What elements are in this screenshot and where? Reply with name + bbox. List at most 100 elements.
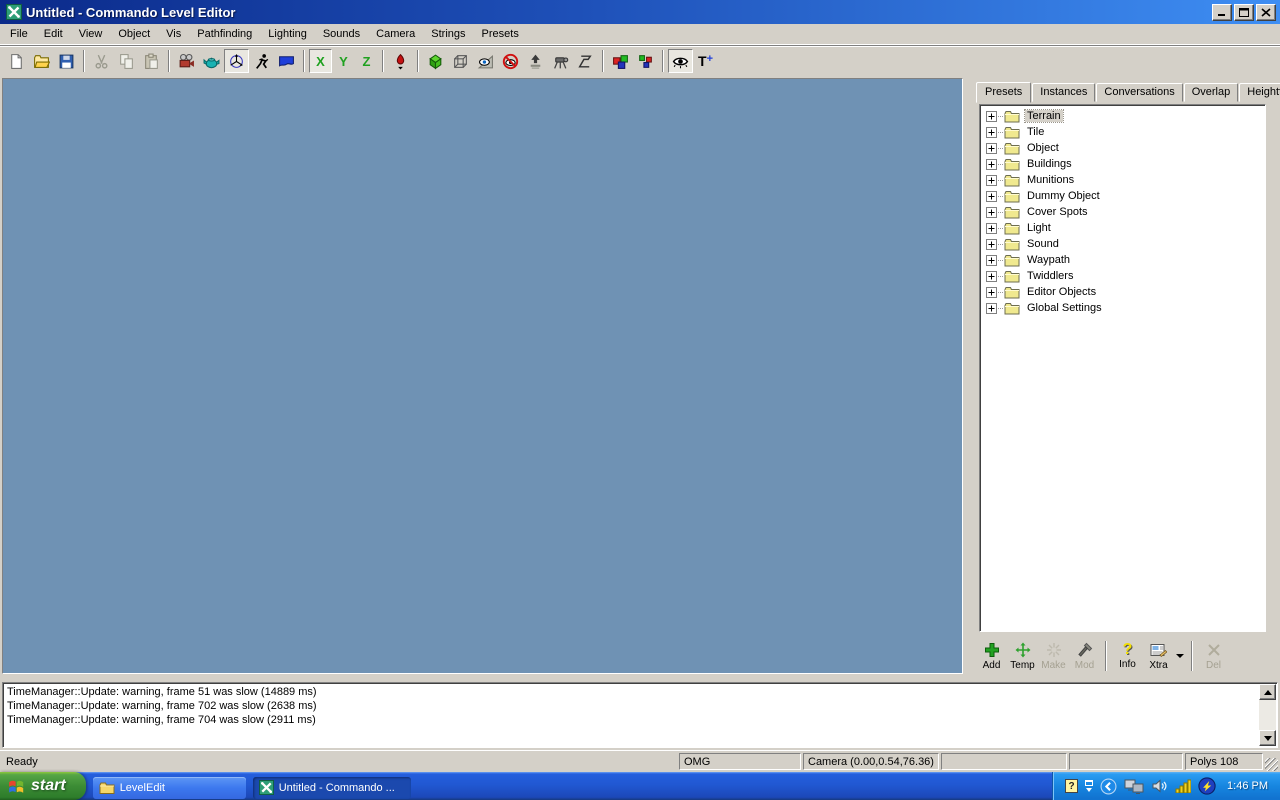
tab-overlap[interactable]: Overlap bbox=[1184, 83, 1239, 102]
tree-connector bbox=[998, 212, 1003, 213]
tree-item-object[interactable]: Object bbox=[984, 140, 1265, 156]
network-monitors-icon[interactable] bbox=[1124, 778, 1144, 794]
info-button[interactable]: ? Info bbox=[1112, 642, 1143, 670]
menu-strings[interactable]: Strings bbox=[423, 25, 473, 43]
menu-pathfinding[interactable]: Pathfinding bbox=[189, 25, 260, 43]
mod-button[interactable]: Mod bbox=[1069, 642, 1100, 671]
tree-item-cover-spots[interactable]: Cover Spots bbox=[984, 204, 1265, 220]
copy-button[interactable] bbox=[114, 49, 139, 73]
hide-eye-button[interactable] bbox=[498, 49, 523, 73]
polygon-button[interactable] bbox=[573, 49, 598, 73]
axis-gizmo-toggle[interactable] bbox=[224, 49, 249, 73]
show-eye-button[interactable] bbox=[473, 49, 498, 73]
tree-item-waypath[interactable]: Waypath bbox=[984, 252, 1265, 268]
expand-plus-icon[interactable] bbox=[986, 111, 997, 122]
menu-file[interactable]: File bbox=[2, 25, 36, 43]
rgb-cubes-button[interactable] bbox=[608, 49, 633, 73]
menu-vis[interactable]: Vis bbox=[158, 25, 189, 43]
titlebar[interactable]: Untitled - Commando Level Editor bbox=[0, 0, 1280, 24]
presets-panel: Presets Instances Conversations Overlap … bbox=[963, 76, 1278, 676]
text-tool-button[interactable]: T+ bbox=[693, 49, 718, 73]
tree-item-buildings[interactable]: Buildings bbox=[984, 156, 1265, 172]
signal-strength-icon[interactable] bbox=[1175, 779, 1191, 793]
menu-edit[interactable]: Edit bbox=[36, 25, 71, 43]
volume-icon[interactable] bbox=[1151, 778, 1168, 794]
maximize-button[interactable] bbox=[1234, 4, 1254, 21]
expand-plus-icon[interactable] bbox=[986, 207, 997, 218]
tree-item-tile[interactable]: Tile bbox=[984, 124, 1265, 140]
expand-plus-icon[interactable] bbox=[986, 175, 997, 186]
cut-button[interactable] bbox=[89, 49, 114, 73]
xtra-button[interactable]: Xtra bbox=[1143, 642, 1174, 671]
plumb-button[interactable] bbox=[388, 49, 413, 73]
temp-button[interactable]: Temp bbox=[1007, 642, 1038, 671]
axis-z-toggle[interactable]: Z bbox=[355, 49, 378, 73]
task-commando-editor[interactable]: Untitled - Commando ... bbox=[253, 777, 411, 799]
axis-y-toggle[interactable]: Y bbox=[332, 49, 355, 73]
tripod-camera-button[interactable] bbox=[548, 49, 573, 73]
rgb-squares-button[interactable] bbox=[633, 49, 658, 73]
log-output[interactable]: TimeManager::Update: warning, frame 51 w… bbox=[2, 682, 1278, 748]
movie-camera-button[interactable] bbox=[174, 49, 199, 73]
del-button[interactable]: Del bbox=[1198, 642, 1229, 671]
expand-plus-icon[interactable] bbox=[986, 239, 997, 250]
make-button[interactable]: Make bbox=[1038, 642, 1069, 671]
teapot-button[interactable] bbox=[199, 49, 224, 73]
tree-item-editor-objects[interactable]: Editor Objects bbox=[984, 284, 1265, 300]
tree-item-global-settings[interactable]: Global Settings bbox=[984, 300, 1265, 316]
solid-cube-button[interactable] bbox=[423, 49, 448, 73]
save-button[interactable] bbox=[54, 49, 79, 73]
expand-plus-icon[interactable] bbox=[986, 127, 997, 138]
menu-lighting[interactable]: Lighting bbox=[260, 25, 315, 43]
menu-camera[interactable]: Camera bbox=[368, 25, 423, 43]
clock[interactable]: 1:46 PM bbox=[1227, 780, 1268, 792]
close-button[interactable] bbox=[1256, 4, 1276, 21]
tab-heightfield[interactable]: Heightfield bbox=[1239, 83, 1280, 102]
toolbar-separator bbox=[382, 50, 384, 72]
wireframe-cube-button[interactable] bbox=[448, 49, 473, 73]
raise-object-button[interactable] bbox=[523, 49, 548, 73]
tab-instances[interactable]: Instances bbox=[1032, 83, 1095, 102]
expand-plus-icon[interactable] bbox=[986, 159, 997, 170]
tree-item-munitions[interactable]: Munitions bbox=[984, 172, 1265, 188]
expand-plus-icon[interactable] bbox=[986, 303, 997, 314]
viewport-canvas[interactable] bbox=[2, 78, 963, 674]
tab-presets[interactable]: Presets bbox=[976, 82, 1031, 103]
expand-plus-icon[interactable] bbox=[986, 191, 997, 202]
tree-item-twiddlers[interactable]: Twiddlers bbox=[984, 268, 1265, 284]
open-button[interactable] bbox=[29, 49, 54, 73]
new-button[interactable] bbox=[4, 49, 29, 73]
scroll-up-button[interactable] bbox=[1259, 684, 1276, 700]
axis-x-toggle[interactable]: X bbox=[309, 49, 332, 73]
resize-grip[interactable] bbox=[1265, 758, 1278, 771]
flag-button[interactable] bbox=[274, 49, 299, 73]
help-notification-icon[interactable]: ? bbox=[1065, 779, 1078, 793]
log-scrollbar[interactable] bbox=[1259, 684, 1276, 746]
tree-item-terrain[interactable]: Terrain bbox=[984, 108, 1265, 124]
tree-item-dummy-object[interactable]: Dummy Object bbox=[984, 188, 1265, 204]
xtra-dropdown-button[interactable] bbox=[1174, 641, 1186, 671]
tree-item-sound[interactable]: Sound bbox=[984, 236, 1265, 252]
expand-plus-icon[interactable] bbox=[986, 271, 997, 282]
menu-view[interactable]: View bbox=[71, 25, 111, 43]
expand-plus-icon[interactable] bbox=[986, 255, 997, 266]
minimize-button[interactable] bbox=[1212, 4, 1232, 21]
scroll-down-button[interactable] bbox=[1259, 730, 1276, 746]
paste-button[interactable] bbox=[139, 49, 164, 73]
eye-toggle-button[interactable] bbox=[668, 49, 693, 73]
menu-presets[interactable]: Presets bbox=[474, 25, 527, 43]
tree-item-light[interactable]: Light bbox=[984, 220, 1265, 236]
tab-conversations[interactable]: Conversations bbox=[1096, 83, 1182, 102]
add-button[interactable]: Add bbox=[976, 642, 1007, 671]
expand-plus-icon[interactable] bbox=[986, 287, 997, 298]
start-button[interactable]: start bbox=[0, 772, 86, 800]
expand-plus-icon[interactable] bbox=[986, 143, 997, 154]
runner-button[interactable] bbox=[249, 49, 274, 73]
task-leveledit[interactable]: LevelEdit bbox=[93, 777, 246, 799]
restore-caret-icon[interactable] bbox=[1085, 780, 1093, 792]
expand-plus-icon[interactable] bbox=[986, 223, 997, 234]
menu-sounds[interactable]: Sounds bbox=[315, 25, 368, 43]
power-bolt-icon[interactable] bbox=[1198, 777, 1216, 795]
hide-icons-chevron[interactable] bbox=[1100, 778, 1117, 795]
menu-object[interactable]: Object bbox=[110, 25, 158, 43]
